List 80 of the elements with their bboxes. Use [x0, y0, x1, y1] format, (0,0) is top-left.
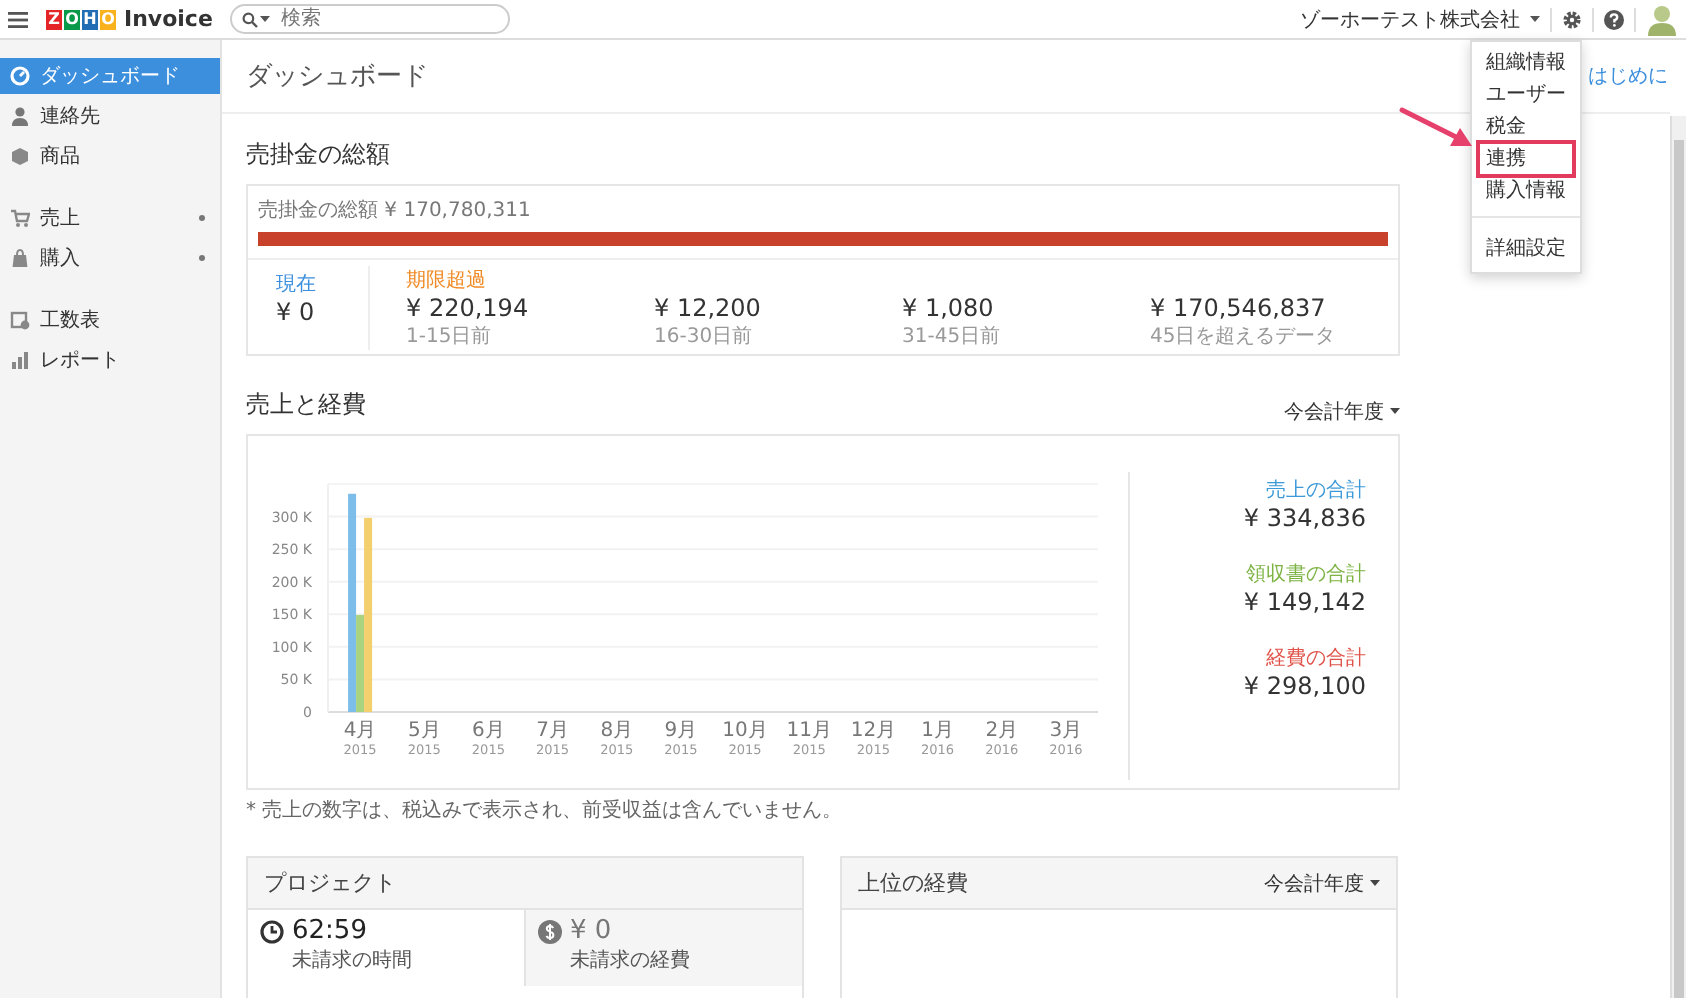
x-tick-label: 1月	[921, 720, 954, 742]
x-tick-label: 12月	[850, 720, 897, 742]
clock-icon	[260, 919, 284, 943]
total-amount: ¥ 298,100	[1241, 672, 1366, 700]
current-amount: ¥ 0	[276, 298, 317, 326]
stat-label: 未請求の経費	[568, 947, 692, 974]
sidebar-item[interactable]: 購入	[0, 240, 220, 276]
sidebar-item[interactable]: 商品	[0, 138, 220, 174]
overdue-amount: ¥ 1,080	[902, 294, 996, 322]
logo-letter: H	[82, 9, 98, 29]
total-amount: ¥ 149,142	[1241, 588, 1366, 616]
overdue-range: 16-30日前	[654, 324, 755, 350]
logo-letter: O	[64, 9, 80, 29]
box-icon	[10, 146, 30, 166]
overdue-amount: ¥ 12,200	[654, 294, 763, 322]
menu-item[interactable]: 税金	[1480, 112, 1572, 142]
x-tick-label: 7月	[536, 720, 569, 742]
total-label: 領収書の合計	[1244, 561, 1366, 588]
section-title: 売上と経費	[246, 388, 366, 422]
menu-icon[interactable]	[8, 11, 28, 27]
panel-title: プロジェクト	[264, 868, 396, 898]
sidebar-item[interactable]: レポート	[0, 342, 220, 378]
period-dropdown[interactable]: 今会計年度	[1284, 397, 1400, 425]
person-icon	[10, 106, 30, 126]
current-label: 現在	[276, 272, 318, 298]
search-icon	[242, 11, 259, 27]
caret-icon	[260, 16, 271, 24]
help-icon[interactable]	[1604, 9, 1624, 29]
caret-icon	[1390, 407, 1400, 415]
stat-label: 未請求の時間	[290, 947, 414, 974]
panel-title: 上位の経費	[858, 868, 968, 898]
page-title: ダッシュボード	[246, 60, 428, 94]
overdue-range: 31-45日前	[902, 324, 1003, 350]
x-tick-label: 8月	[600, 720, 634, 742]
x-tick-label: 9月	[664, 720, 698, 742]
dollar-icon	[538, 919, 562, 943]
scrollbar[interactable]	[1670, 116, 1686, 998]
overdue-amount: ¥ 220,194	[406, 294, 531, 322]
menu-item[interactable]: ユーザー	[1480, 80, 1572, 110]
menu-item[interactable]: 連携	[1480, 144, 1572, 174]
total-label: 経費の合計	[1264, 645, 1366, 672]
overdue-label: 期限超過	[406, 267, 488, 294]
total-amount: ¥ 334,836	[1241, 504, 1366, 532]
x-tick-label: 6月	[472, 720, 505, 742]
overdue-range: 45日を超えるデータ	[1150, 323, 1338, 350]
period-dropdown[interactable]: 今会計年度	[1264, 869, 1380, 897]
timesheet-icon	[10, 310, 30, 330]
sidebar-item[interactable]: 売上	[0, 200, 220, 236]
overdue-amount: ¥ 170,546,837	[1150, 294, 1328, 322]
gauge-icon	[10, 66, 30, 86]
sidebar-item[interactable]: 連絡先	[0, 98, 220, 134]
x-tick-label: 10月	[722, 720, 768, 742]
stat-value: 62:59	[292, 916, 367, 946]
total-label: 売上の合計	[1264, 477, 1366, 504]
x-tick-label: 5月	[407, 720, 441, 742]
section-title: 売掛金の総額	[246, 138, 392, 172]
bag-icon	[10, 248, 30, 268]
overdue-range: 1-15日前	[406, 324, 494, 350]
getting-started-link[interactable]: はじめに	[1588, 62, 1668, 90]
product-name: Invoice	[124, 6, 213, 32]
menu-item[interactable]: 詳細設定	[1480, 234, 1572, 264]
x-tick-label: 4月	[343, 720, 377, 742]
organization-switcher[interactable]: ゾーホーテスト株式会社	[1300, 5, 1520, 33]
bar-chart-icon	[10, 350, 30, 370]
menu-item[interactable]: 購入情報	[1480, 176, 1572, 206]
logo-letter: Z	[46, 9, 62, 29]
x-tick-label: 11月	[786, 720, 832, 742]
x-tick-label: 3月	[1049, 720, 1083, 742]
caret-icon	[1530, 15, 1540, 23]
receivables-total: 売掛金の総額 ¥ 170,780,311	[258, 197, 533, 224]
caret-icon	[1370, 879, 1380, 887]
cart-icon	[10, 208, 30, 228]
settings-icon[interactable]	[1562, 9, 1582, 29]
footnote: * 売上の数字は、税込みで表示され、前受収益は含んでいません。	[246, 797, 845, 824]
sidebar-item[interactable]: 工数表	[0, 302, 220, 338]
stat-value: ¥ 0	[570, 916, 612, 946]
search-field[interactable]: 検索	[230, 4, 511, 34]
menu-item[interactable]: 組織情報	[1480, 48, 1572, 78]
x-tick-label: 2月	[985, 720, 1019, 742]
logo-letter: O	[100, 9, 116, 29]
